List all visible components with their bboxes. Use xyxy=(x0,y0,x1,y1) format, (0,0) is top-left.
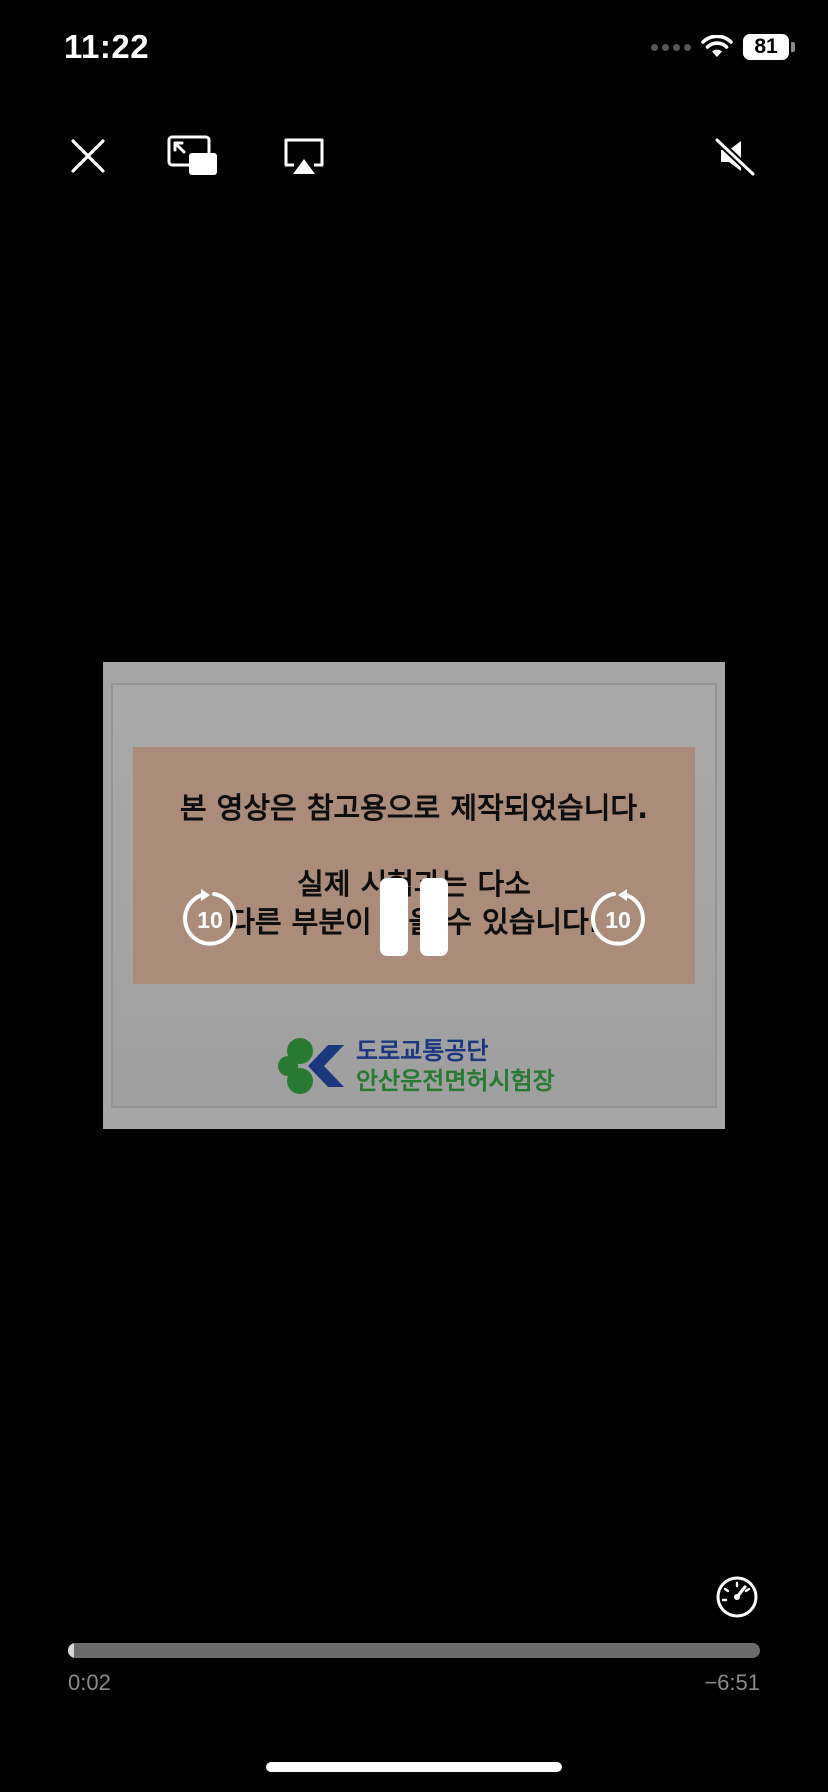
picture-in-picture-button[interactable] xyxy=(166,130,220,182)
skip-back-10-icon: 10 xyxy=(183,889,237,946)
battery-level: 81 xyxy=(743,34,789,60)
wifi-icon xyxy=(701,35,733,57)
airplay-button[interactable] xyxy=(280,130,328,182)
close-button[interactable] xyxy=(62,130,114,182)
remaining-time: −6:51 xyxy=(704,1670,760,1695)
skip-forward-button[interactable]: 10 xyxy=(588,888,648,948)
pause-button[interactable] xyxy=(380,878,448,956)
muted-speaker-icon xyxy=(713,136,757,176)
airplay-icon xyxy=(284,138,324,174)
battery-icon: 81 xyxy=(743,34,795,60)
cellular-signal-icon xyxy=(651,43,691,51)
video-player-screen: 11:22 81 본 영상은 참고용으로 제작되었습니다. 실제 시험과는 다소… xyxy=(0,0,828,1792)
status-time: 11:22 xyxy=(64,28,150,65)
home-indicator[interactable] xyxy=(266,1762,562,1772)
status-icons: 81 xyxy=(651,34,795,60)
progress-scrubber[interactable] xyxy=(68,1643,760,1658)
playback-speed-icon xyxy=(716,1576,758,1618)
picture-in-picture-icon xyxy=(167,135,217,175)
skip-back-button[interactable]: 10 xyxy=(180,888,240,948)
close-icon xyxy=(71,139,105,173)
elapsed-time: 0:02 xyxy=(68,1670,111,1695)
mute-button[interactable] xyxy=(708,130,762,182)
skip-forward-10-icon: 10 xyxy=(591,889,645,946)
playback-speed-button[interactable] xyxy=(715,1575,759,1619)
progress-fill xyxy=(68,1643,74,1658)
skip-forward-label: 10 xyxy=(605,907,631,933)
skip-back-label: 10 xyxy=(197,907,223,933)
